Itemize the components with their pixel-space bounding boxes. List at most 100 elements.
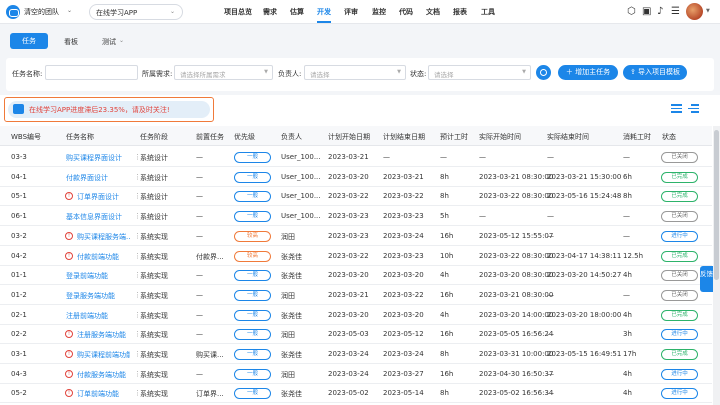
list-view-icon[interactable] [671,104,682,113]
task-name-link[interactable]: 注册服务端功能 [77,330,126,340]
more-icon[interactable]: ⋮ [134,370,141,378]
col-predecessor[interactable]: 前置任务 [196,132,224,142]
status-badge[interactable]: 已完成 [661,349,698,360]
col-est-hours[interactable]: 预计工时 [440,132,468,142]
chevron-down-icon[interactable]: ⌄ [119,37,124,44]
status-badge[interactable]: 已关闭 [661,270,698,282]
col-used-hours[interactable]: 消耗工时 [623,132,651,142]
more-icon[interactable]: ⋮ [134,153,141,161]
add-main-task-button[interactable]: ＋ 增加主任务 [558,65,618,80]
tab-test[interactable]: 测试 [102,37,116,47]
priority-badge[interactable]: 较高 [234,250,271,262]
nav-item-tools[interactable]: 工具 [481,7,495,17]
gantt-view-icon[interactable] [688,104,699,113]
col-plan-start[interactable]: 计划开始日期 [328,132,370,142]
status-badge[interactable]: 已完成 [661,309,698,321]
status-badge[interactable]: 进行中 [661,388,698,400]
feedback-tab[interactable]: 反馈 [700,266,713,292]
tab-task[interactable]: 任务 [10,33,48,49]
col-priority[interactable]: 优先级 [234,132,255,142]
more-icon[interactable]: ⋮ [134,350,141,358]
nav-item-development[interactable]: 开发 [317,7,331,17]
bell-icon[interactable]: ♪ [657,6,663,17]
task-name-link[interactable]: 付款界面设计 [66,173,108,183]
col-wbs[interactable]: WBS编号 [11,132,41,142]
task-name-link[interactable]: 基本信息界面设计 [66,212,122,222]
priority-badge[interactable]: 一般 [234,211,271,223]
priority-badge[interactable]: 一般 [234,349,271,360]
col-plan-end[interactable]: 计划结束日期 [383,132,425,142]
more-icon[interactable]: ⋮ [134,330,141,338]
priority-badge[interactable]: 一般 [234,309,271,321]
col-owner[interactable]: 负责人 [281,132,302,142]
priority-badge[interactable]: 一般 [234,289,271,301]
more-icon[interactable]: ⋮ [134,389,141,397]
tab-kanban[interactable]: 看板 [64,37,78,47]
task-name-link[interactable]: 付款服务端功能 [77,370,126,380]
col-stage[interactable]: 任务阶段 [140,132,168,142]
more-icon[interactable]: ⋮ [134,252,141,260]
task-name-link[interactable]: 订单前端功能 [77,389,119,399]
more-icon[interactable]: ⋮ [134,212,141,220]
more-icon[interactable]: ⋮ [134,192,141,200]
status-badge[interactable]: 进行中 [661,368,698,380]
more-icon[interactable]: ⋮ [134,311,141,319]
avatar[interactable] [686,3,703,20]
task-name-link[interactable]: 购买课程前端功能 [77,350,130,360]
sliders-icon[interactable]: ☰ [671,6,680,17]
status-select[interactable]: 请选择 ▼ [428,65,531,80]
status-badge[interactable]: 已完成 [661,171,698,183]
status-badge[interactable]: 进行中 [661,329,698,341]
nav-item-review[interactable]: 评审 [344,7,358,17]
task-name-link[interactable]: 登录服务端功能 [66,291,115,301]
status-badge[interactable]: 已关闭 [661,152,698,163]
search-button[interactable] [536,65,551,80]
status-badge[interactable]: 已关闭 [661,211,698,223]
nav-item-overview[interactable]: 项目总览 [224,7,252,17]
cube-icon[interactable]: ⬡ [627,6,636,17]
priority-badge[interactable]: 一般 [234,270,271,282]
status-badge[interactable]: 已完成 [661,191,698,203]
status-badge[interactable]: 已关闭 [661,289,698,301]
scrollbar-thumb[interactable] [714,130,719,280]
more-icon[interactable]: ⋮ [134,232,141,240]
nav-item-reports[interactable]: 报表 [453,7,467,17]
task-name-input[interactable] [45,65,138,80]
nav-item-monitor[interactable]: 监控 [372,7,386,17]
more-icon[interactable]: ⋮ [134,271,141,279]
priority-badge[interactable]: 一般 [234,368,271,380]
priority-badge[interactable]: 一般 [234,171,271,183]
task-name-link[interactable]: 付款前端功能 [77,252,119,262]
status-badge[interactable]: 已完成 [661,250,698,262]
nav-item-docs[interactable]: 文档 [426,7,440,17]
col-actual-start[interactable]: 实际开始时间 [479,132,521,142]
status-badge[interactable]: 进行中 [661,230,698,242]
briefcase-icon[interactable]: ▣ [642,6,651,17]
project-select[interactable]: 在线学习APP ⌄ [89,4,183,20]
more-icon[interactable]: ⋮ [134,291,141,299]
requirement-select[interactable]: 请选择所属需求 ▼ [174,65,273,80]
chevron-down-icon[interactable]: ▼ [706,8,710,14]
task-name-link[interactable]: 购买课程界面设计 [66,153,122,163]
col-actual-end[interactable]: 实际结束时间 [547,132,589,142]
team-logo-icon[interactable] [6,5,20,19]
priority-badge[interactable]: 一般 [234,152,271,163]
col-status[interactable]: 状态 [662,132,676,142]
chevron-down-icon[interactable]: ⌄ [67,7,72,14]
priority-badge[interactable]: 一般 [234,191,271,203]
priority-badge[interactable]: 一般 [234,388,271,400]
owner-select[interactable]: 请选择 ▼ [304,65,406,80]
col-task-name[interactable]: 任务名称 [66,132,94,142]
import-template-button[interactable]: ⇪ 导入项目模板 [623,65,687,80]
task-name-link[interactable]: 购买课程服务端... [77,232,130,242]
priority-badge[interactable]: 较高 [234,230,271,242]
nav-item-requirements[interactable]: 需求 [263,7,277,17]
task-name-link[interactable]: 登录前端功能 [66,271,108,281]
task-name-link[interactable]: 注册前端功能 [66,311,108,321]
priority-badge[interactable]: 一般 [234,329,271,341]
more-icon[interactable]: ⋮ [134,173,141,181]
nav-item-code[interactable]: 代码 [399,7,413,17]
task-name-link[interactable]: 订单界面设计 [77,192,119,202]
team-name[interactable]: 清空的团队 [24,7,59,17]
nav-item-estimate[interactable]: 估算 [290,7,304,17]
